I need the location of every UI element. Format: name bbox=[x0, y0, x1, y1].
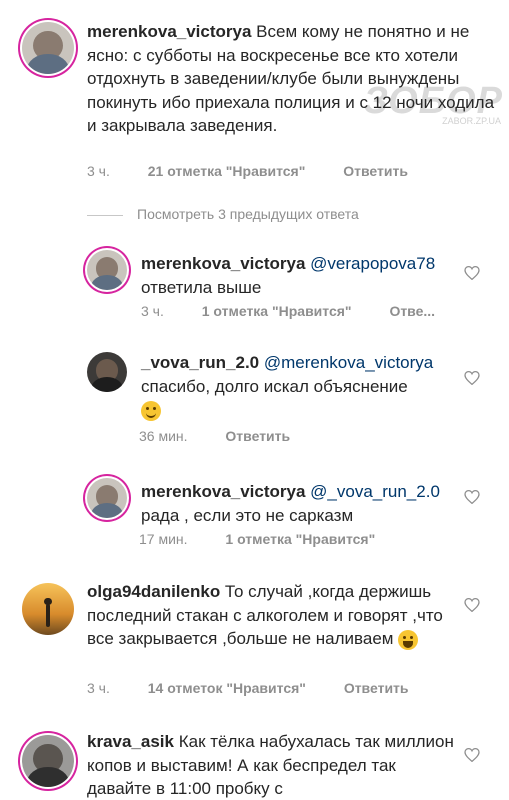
avatar[interactable] bbox=[87, 478, 127, 518]
comment-text: merenkova_victorya @verapopova78 ответил… bbox=[141, 252, 461, 299]
avatar-body bbox=[91, 274, 123, 290]
avatar[interactable] bbox=[87, 352, 127, 392]
avatar-body bbox=[91, 502, 123, 518]
comment-username[interactable]: merenkova_victorya bbox=[87, 22, 251, 41]
comment-time: 36 мин. bbox=[139, 428, 188, 444]
avatar[interactable] bbox=[22, 583, 74, 635]
avatar-body bbox=[27, 54, 69, 74]
mention-link[interactable]: @_vova_run_2.0 bbox=[305, 482, 440, 501]
like-heart-icon[interactable] bbox=[464, 490, 480, 504]
avatar-body bbox=[27, 767, 69, 787]
mention-link[interactable]: @merenkova_victorya bbox=[259, 353, 433, 372]
comment-time: 3 ч. bbox=[141, 303, 164, 319]
comment-meta: 17 мин. 1 отметка "Нравится" bbox=[139, 531, 409, 547]
comment-username[interactable]: _vova_run_2.0 bbox=[141, 353, 259, 372]
comment-time: 17 мин. bbox=[139, 531, 188, 547]
mention-link[interactable]: @verapopova78 bbox=[305, 254, 435, 273]
comment-username[interactable]: merenkova_victorya bbox=[141, 482, 305, 501]
comment-meta: 3 ч. 14 отметок "Нравится" Ответить bbox=[87, 680, 443, 696]
like-heart-icon[interactable] bbox=[464, 748, 480, 762]
avatar-body bbox=[45, 603, 51, 628]
reply-button[interactable]: Ответить bbox=[225, 428, 290, 444]
avatar[interactable] bbox=[22, 735, 74, 787]
likes-count[interactable]: 14 отметок "Нравится" bbox=[148, 680, 306, 696]
avatar[interactable] bbox=[22, 22, 74, 74]
likes-count[interactable]: 21 отметка "Нравится" bbox=[148, 163, 306, 179]
likes-count[interactable]: 1 отметка "Нравится" bbox=[202, 303, 352, 319]
like-heart-icon[interactable] bbox=[464, 598, 480, 612]
comment-meta: 3 ч. 1 отметка "Нравится" Отве... bbox=[141, 303, 469, 319]
comment-text: merenkova_victorya @_vova_run_2.0 рада ,… bbox=[141, 480, 471, 527]
comment-username[interactable]: merenkova_victorya bbox=[141, 254, 305, 273]
comment-meta: 3 ч. 21 отметка "Нравится" Ответить bbox=[87, 163, 442, 179]
comment-text: krava_asik Как тёлка набухалась так милл… bbox=[87, 730, 462, 800]
like-heart-icon[interactable] bbox=[464, 266, 480, 280]
reply-button[interactable]: Ответить bbox=[344, 680, 409, 696]
comment-meta: 36 мин. Ответить bbox=[139, 428, 324, 444]
comment-text: olga94danilenko То случай ,когда держишь… bbox=[87, 580, 462, 651]
comment-text: _vova_run_2.0 @merenkova_victorya спасиб… bbox=[141, 351, 471, 422]
divider bbox=[87, 214, 123, 216]
avatar[interactable] bbox=[87, 250, 127, 290]
reply-button[interactable]: Ответить bbox=[343, 163, 408, 179]
avatar-body bbox=[91, 376, 123, 392]
comment-time: 3 ч. bbox=[87, 163, 110, 179]
comment-text: merenkova_victorya Всем кому не понятно … bbox=[87, 20, 507, 138]
laughing-emoji-icon bbox=[398, 629, 419, 650]
view-replies-label[interactable]: Посмотреть 3 предыдущих ответа bbox=[137, 206, 359, 222]
view-previous-replies[interactable]: Посмотреть 3 предыдущих ответа bbox=[87, 206, 359, 222]
wink-emoji-icon bbox=[141, 400, 161, 421]
comment-body: рада , если это не сарказм bbox=[141, 505, 354, 525]
comment-body: спасибо, долго искал объяснение bbox=[141, 376, 408, 396]
comment-username[interactable]: krava_asik bbox=[87, 732, 174, 751]
comment-time: 3 ч. bbox=[87, 680, 110, 696]
reply-button[interactable]: Отве... bbox=[389, 303, 435, 319]
likes-count[interactable]: 1 отметка "Нравится" bbox=[225, 531, 375, 547]
comment-username[interactable]: olga94danilenko bbox=[87, 582, 220, 601]
like-heart-icon[interactable] bbox=[464, 371, 480, 385]
comment-body: ответила выше bbox=[141, 277, 262, 297]
